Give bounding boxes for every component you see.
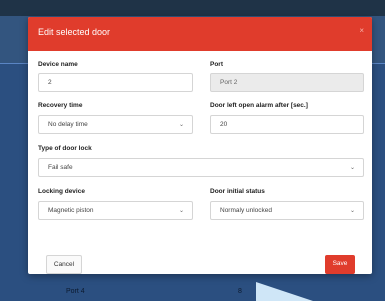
chevron-down-icon: ⌄ [178,208,184,214]
background-port-cell: Port 4 [66,288,85,295]
device-name-input[interactable]: 2 [38,73,193,92]
recovery-time-value: No delay time [48,121,88,128]
close-icon[interactable]: × [359,26,364,35]
app-top-bar [0,0,385,16]
chevron-down-icon: ⌄ [349,208,355,214]
edit-door-modal: Edit selected door × Device name 2 Port … [28,17,372,274]
initial-status-value: Normaly unlocked [220,207,273,214]
port-label: Port [210,61,223,68]
port-field: Port 2 [210,73,364,92]
chevron-down-icon: ⌄ [178,122,184,128]
alarm-after-value: 20 [220,121,228,128]
initial-status-select[interactable]: Normaly unlocked ⌄ [210,201,364,220]
chevron-down-icon: ⌄ [349,165,355,171]
locking-device-value: Magnetic piston [48,207,94,214]
lock-type-value: Fail safe [48,164,73,171]
lock-type-select[interactable]: Fail safe ⌄ [38,158,364,177]
modal-body: Device name 2 Port Port 2 Recovery time … [28,51,372,274]
recovery-time-label: Recovery time [38,102,83,109]
modal-header: Edit selected door × [28,17,372,51]
cancel-button[interactable]: Cancel [46,255,82,274]
recovery-time-select[interactable]: No delay time ⌄ [38,115,193,134]
device-name-value: 2 [48,79,52,86]
modal-title: Edit selected door [38,27,111,37]
save-button[interactable]: Save [325,255,355,274]
device-name-label: Device name [38,61,78,68]
background-table-row: Port 4 8 [66,286,366,300]
locking-device-label: Locking device [38,188,85,195]
alarm-after-input[interactable]: 20 [210,115,364,134]
pointer-arrow-icon [256,282,313,301]
background-count-cell: 8 [238,288,242,295]
initial-status-label: Door initial status [210,188,265,195]
lock-type-label: Type of door lock [38,145,92,152]
locking-device-select[interactable]: Magnetic piston ⌄ [38,201,193,220]
port-value: Port 2 [220,79,238,86]
alarm-after-label: Door left open alarm after [sec.] [210,102,308,109]
